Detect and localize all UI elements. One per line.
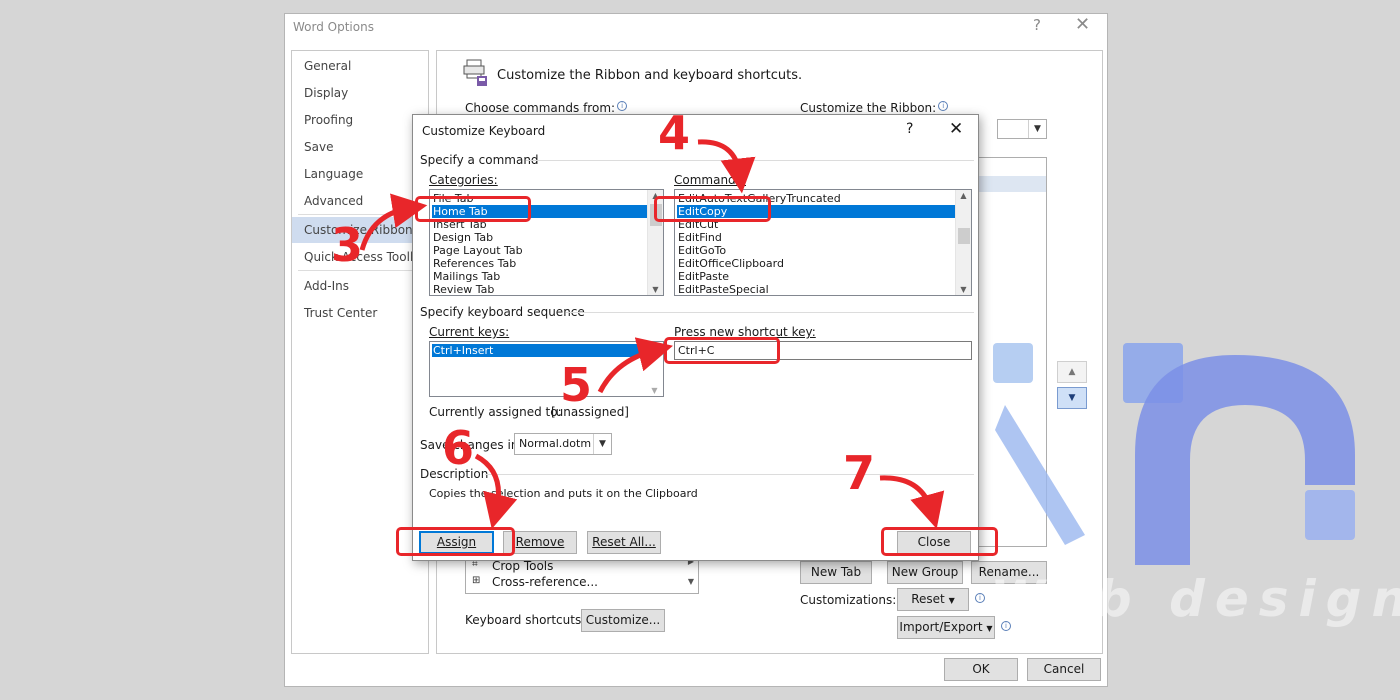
arrow-5 bbox=[597, 337, 673, 394]
arrow-6 bbox=[474, 453, 518, 529]
arrow-4 bbox=[697, 139, 756, 194]
arrow-3 bbox=[359, 193, 428, 251]
annotation-arrows bbox=[359, 139, 945, 529]
arrow-7 bbox=[879, 475, 945, 529]
